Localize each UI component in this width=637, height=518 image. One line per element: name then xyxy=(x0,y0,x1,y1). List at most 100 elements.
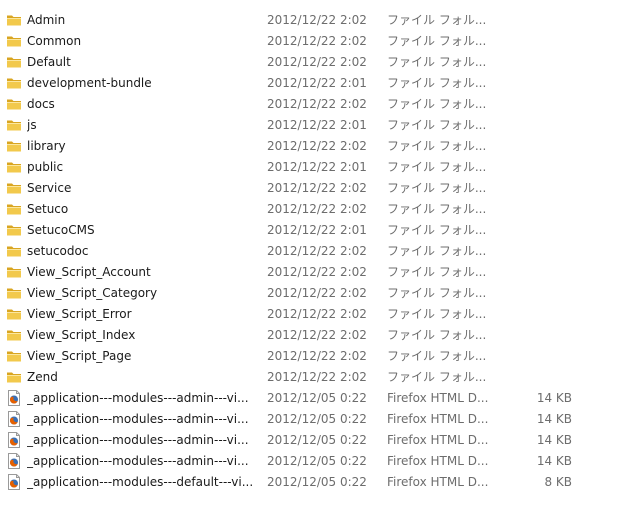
item-type: Firefox HTML D... xyxy=(387,412,489,426)
item-type: ファイル フォル... xyxy=(387,223,487,237)
folder-row[interactable]: View_Script_Category 2012/12/22 2:02 ファイル … xyxy=(0,283,637,304)
folder-icon xyxy=(6,75,22,91)
item-date-modified: 2012/12/22 2:02 xyxy=(267,370,367,384)
folder-row[interactable]: Default 2012/12/22 2:02 ファイル フォル... xyxy=(0,52,637,73)
item-date-modified: 2012/12/22 2:01 xyxy=(267,223,367,237)
item-name[interactable]: Common xyxy=(27,33,257,49)
file-row[interactable]: _application---modules---default---vi...… xyxy=(0,472,637,493)
item-name[interactable]: development-bundle xyxy=(27,75,257,91)
folder-row[interactable]: library 2012/12/22 2:02 ファイル フォル... xyxy=(0,136,637,157)
item-name[interactable]: View_Script_Category xyxy=(27,285,257,301)
item-name[interactable]: Zend xyxy=(27,369,257,385)
folder-icon xyxy=(7,57,21,68)
item-type: ファイル フォル... xyxy=(387,55,487,69)
item-size: 14 KB xyxy=(536,433,572,447)
folder-icon xyxy=(6,348,22,364)
folder-icon xyxy=(7,78,21,89)
item-name[interactable]: js xyxy=(27,117,257,133)
file-row[interactable]: _application---modules---admin---vi... 20… xyxy=(0,451,637,472)
item-date-modified: 2012/12/22 2:02 xyxy=(267,349,367,363)
item-type: ファイル フォル... xyxy=(387,34,487,48)
folder-icon xyxy=(7,225,21,236)
folder-row[interactable]: View_Script_Error 2012/12/22 2:02 ファイル フォル… xyxy=(0,304,637,325)
item-date-modified: 2012/12/05 0:22 xyxy=(267,475,367,489)
item-date-modified: 2012/12/22 2:02 xyxy=(267,181,367,195)
firefox-html-file-icon xyxy=(6,453,22,469)
item-name[interactable]: setucodoc xyxy=(27,243,257,259)
item-date-modified: 2012/12/22 2:02 xyxy=(267,307,367,321)
firefox-html-file-icon xyxy=(6,474,22,490)
folder-icon xyxy=(7,183,21,194)
item-name[interactable]: Default xyxy=(27,54,257,70)
item-name[interactable]: _application---modules---admin---vi... xyxy=(27,432,257,448)
item-name[interactable]: _application---modules---admin---vi... xyxy=(27,411,257,427)
folder-icon xyxy=(6,306,22,322)
folder-row[interactable]: Admin 2012/12/22 2:02 ファイル フォル... xyxy=(0,10,637,31)
folder-icon xyxy=(6,264,22,280)
folder-icon xyxy=(7,246,21,257)
folder-row[interactable]: setucodoc 2012/12/22 2:02 ファイル フォル... xyxy=(0,241,637,262)
item-type: ファイル フォル... xyxy=(387,160,487,174)
firefox-html-file-icon xyxy=(6,390,22,406)
item-name[interactable]: public xyxy=(27,159,257,175)
item-type: ファイル フォル... xyxy=(387,265,487,279)
item-date-modified: 2012/12/22 2:01 xyxy=(267,118,367,132)
folder-icon xyxy=(6,222,22,238)
item-name[interactable]: docs xyxy=(27,96,257,112)
item-date-modified: 2012/12/05 0:22 xyxy=(267,433,367,447)
folder-row[interactable]: development-bundle 2012/12/22 2:01 ファイル フォ… xyxy=(0,73,637,94)
item-name[interactable]: Admin xyxy=(27,12,257,28)
item-date-modified: 2012/12/05 0:22 xyxy=(267,412,367,426)
item-name[interactable]: View_Script_Page xyxy=(27,348,257,364)
folder-row[interactable]: docs 2012/12/22 2:02 ファイル フォル... xyxy=(0,94,637,115)
item-date-modified: 2012/12/05 0:22 xyxy=(267,454,367,468)
item-name[interactable]: SetucoCMS xyxy=(27,222,257,238)
item-size: 14 KB xyxy=(536,412,572,426)
file-row[interactable]: _application---modules---admin---vi... 20… xyxy=(0,409,637,430)
item-name[interactable]: View_Script_Account xyxy=(27,264,257,280)
item-type: Firefox HTML D... xyxy=(387,475,489,489)
item-name[interactable]: library xyxy=(27,138,257,154)
item-date-modified: 2012/12/22 2:02 xyxy=(267,286,367,300)
file-list: Admin 2012/12/22 2:02 ファイル フォル... Common 201… xyxy=(0,10,637,493)
item-size: 14 KB xyxy=(536,391,572,405)
folder-row[interactable]: View_Script_Index 2012/12/22 2:02 ファイル フォル… xyxy=(0,325,637,346)
folder-row[interactable]: SetucoCMS 2012/12/22 2:01 ファイル フォル... xyxy=(0,220,637,241)
item-name[interactable]: Service xyxy=(27,180,257,196)
folder-row[interactable]: Common 2012/12/22 2:02 ファイル フォル... xyxy=(0,31,637,52)
item-date-modified: 2012/12/22 2:01 xyxy=(267,76,367,90)
file-row[interactable]: _application---modules---admin---vi... 20… xyxy=(0,388,637,409)
item-date-modified: 2012/12/22 2:02 xyxy=(267,244,367,258)
item-type: ファイル フォル... xyxy=(387,202,487,216)
folder-icon xyxy=(7,351,21,362)
item-date-modified: 2012/12/05 0:22 xyxy=(267,391,367,405)
file-row[interactable]: _application---modules---admin---vi... 20… xyxy=(0,430,637,451)
folder-icon xyxy=(7,15,21,26)
item-date-modified: 2012/12/22 2:02 xyxy=(267,328,367,342)
item-date-modified: 2012/12/22 2:02 xyxy=(267,55,367,69)
firefox-html-file-icon xyxy=(8,474,20,490)
folder-row[interactable]: View_Script_Account 2012/12/22 2:02 ファイル フ… xyxy=(0,262,637,283)
item-type: ファイル フォル... xyxy=(387,286,487,300)
folder-icon xyxy=(6,369,22,385)
item-name[interactable]: View_Script_Index xyxy=(27,327,257,343)
item-type: ファイル フォル... xyxy=(387,76,487,90)
item-name[interactable]: Setuco xyxy=(27,201,257,217)
folder-row[interactable]: js 2012/12/22 2:01 ファイル フォル... xyxy=(0,115,637,136)
folder-row[interactable]: View_Script_Page 2012/12/22 2:02 ファイル フォル.… xyxy=(0,346,637,367)
firefox-html-file-icon xyxy=(8,390,20,406)
folder-icon xyxy=(6,96,22,112)
folder-icon xyxy=(7,330,21,341)
folder-row[interactable]: Zend 2012/12/22 2:02 ファイル フォル... xyxy=(0,367,637,388)
item-type: ファイル フォル... xyxy=(387,370,487,384)
folder-row[interactable]: public 2012/12/22 2:01 ファイル フォル... xyxy=(0,157,637,178)
item-size: 8 KB xyxy=(544,475,572,489)
folder-row[interactable]: Setuco 2012/12/22 2:02 ファイル フォル... xyxy=(0,199,637,220)
firefox-html-file-icon xyxy=(8,432,20,448)
item-name[interactable]: _application---modules---admin---vi... xyxy=(27,453,257,469)
folder-row[interactable]: Service 2012/12/22 2:02 ファイル フォル... xyxy=(0,178,637,199)
item-name[interactable]: _application---modules---default---vi... xyxy=(27,474,257,490)
folder-icon xyxy=(7,36,21,47)
item-name[interactable]: View_Script_Error xyxy=(27,306,257,322)
item-name[interactable]: _application---modules---admin---vi... xyxy=(27,390,257,406)
